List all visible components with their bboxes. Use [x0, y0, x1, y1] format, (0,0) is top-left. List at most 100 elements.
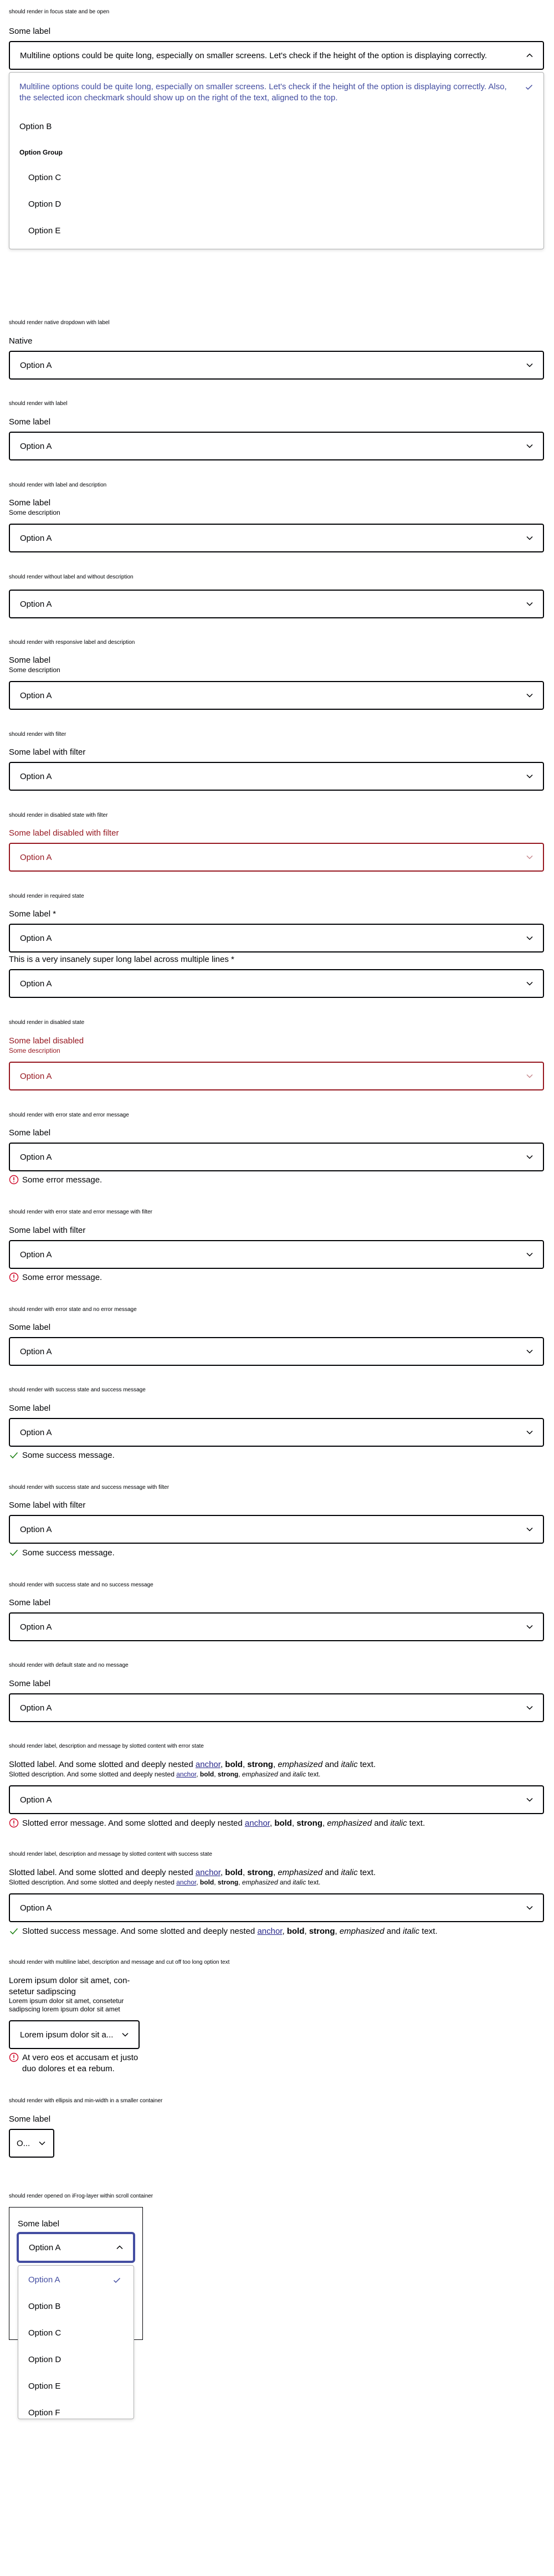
select-field-required[interactable]: Option A [9, 969, 544, 998]
section-caption: should render with filter [9, 731, 66, 738]
select-description: Some description [9, 666, 60, 674]
chevron-down-icon [526, 363, 533, 367]
select-field[interactable]: Option A [9, 681, 544, 710]
anchor-link[interactable]: anchor [245, 1819, 270, 1828]
text-separator: , [304, 1927, 309, 1936]
error-message-line-2: duo dolores et ea rebum. [22, 2064, 115, 2073]
success-message-text: Some success message. [22, 1451, 115, 1460]
strong-text: strong [247, 1760, 273, 1769]
select-value: Option A [29, 2243, 61, 2252]
section-caption: should render with multiline label, desc… [9, 1959, 230, 1965]
slotted-description: Slotted description. And some slotted an… [9, 1878, 320, 1887]
section-caption: should render with label and description [9, 482, 107, 488]
success-message: Slotted success message. And some slotte… [9, 1926, 438, 1937]
success-message: Some success message. [9, 1548, 115, 1559]
text-end: text. [357, 1868, 376, 1877]
check-icon [9, 1549, 18, 1556]
select-field[interactable]: Option A [9, 590, 544, 618]
section-caption: should render native dropdown with label [9, 320, 110, 326]
error-message: At vero eos et accusam et justo [9, 2052, 138, 2063]
select-field-success[interactable]: Option A [9, 1612, 544, 1641]
dropdown-listbox: Multiline options could be quite long, e… [9, 72, 544, 249]
select-field-disabled: Option A [9, 1062, 544, 1090]
select-field-open[interactable]: Option A [18, 2233, 134, 2262]
select-label-line-2: setetur sadipscing [9, 1987, 76, 1996]
select-field[interactable]: Option A [9, 1693, 544, 1722]
option-e[interactable]: Option E [28, 226, 60, 237]
anchor-link[interactable]: anchor [176, 1878, 196, 1886]
select-label: Some label * [9, 909, 57, 919]
chevron-down-icon [526, 602, 533, 606]
select-field-error[interactable]: Lorem ipsum dolor sit a... [9, 2020, 140, 2049]
chevron-up-icon [116, 2245, 123, 2250]
select-field-error[interactable]: Option A [9, 1143, 544, 1171]
select-label: Some label disabled with filter [9, 828, 119, 838]
text-separator: , [238, 1770, 242, 1778]
select-label: Some label [9, 1128, 51, 1138]
select-filter-field-success[interactable]: Option A [9, 1515, 544, 1544]
chevron-down-icon [526, 1797, 533, 1802]
text-end: text. [357, 1760, 376, 1769]
option-e[interactable]: Option E [28, 2381, 60, 2392]
select-filter-field[interactable]: Option A [9, 762, 544, 791]
anchor-link[interactable]: anchor [257, 1927, 282, 1936]
select-field-error[interactable]: Option A [9, 1785, 544, 1814]
option-c[interactable]: Option C [28, 172, 61, 183]
text-separator: and [278, 1770, 293, 1778]
select-label-line-1: Lorem ipsum dolor sit amet, con- [9, 1976, 130, 1985]
select-value: Option A [20, 691, 52, 700]
select-value: Option A [20, 1795, 52, 1805]
select-field-success[interactable]: Option A [9, 1893, 544, 1922]
slotted-label-text: Slotted label. And some slotted and deep… [9, 1868, 196, 1877]
select-field[interactable]: Option A [9, 524, 544, 552]
emphasized-text: emphasized [278, 1868, 323, 1877]
option-a[interactable]: Option A [28, 2275, 60, 2286]
error-icon [9, 2052, 19, 2062]
select-value: Option A [20, 1250, 52, 1259]
slotted-description-text: Slotted description. And some slotted an… [9, 1770, 177, 1778]
option-f[interactable]: Option F [28, 2408, 60, 2419]
section-caption: should render without label and without … [9, 574, 134, 580]
section-caption: should render in disabled state [9, 1020, 85, 1026]
chevron-down-icon [526, 1906, 533, 1910]
option-b[interactable]: Option B [28, 2301, 60, 2312]
error-message-text: Some error message. [22, 1175, 102, 1185]
italic-text: italic [341, 1760, 358, 1769]
select-field-small[interactable]: O... [9, 2129, 54, 2158]
option-multiline[interactable]: Multiline options could be quite long, e… [19, 81, 507, 104]
select-label: Some label with filter [9, 1226, 86, 1235]
anchor-link[interactable]: anchor [196, 1868, 220, 1877]
anchor-link[interactable]: anchor [196, 1760, 220, 1769]
chevron-down-icon [526, 1349, 533, 1354]
select-value: Option A [20, 534, 52, 543]
select-field-success[interactable]: Option A [9, 1418, 544, 1447]
option-d[interactable]: Option D [28, 2354, 61, 2365]
native-select[interactable]: Option A [9, 351, 544, 380]
error-icon [9, 1818, 19, 1828]
option-c[interactable]: Option C [28, 2328, 61, 2339]
strong-text: strong [309, 1927, 335, 1936]
select-value: Option A [20, 1072, 52, 1081]
select-label-long: This is a very insanely super long label… [9, 955, 234, 964]
section-caption: should render with error state and error… [9, 1209, 153, 1215]
success-message-text: Some success message. [22, 1548, 115, 1558]
text-separator: and [384, 1927, 403, 1936]
select-value: Option A [20, 1428, 52, 1437]
select-label: Some label with filter [9, 1500, 86, 1510]
anchor-link[interactable]: anchor [176, 1770, 196, 1778]
text-separator: , [214, 1770, 218, 1778]
select-field[interactable]: Option A [9, 432, 544, 460]
dropdown-listbox: Option A Option B Option C Option D Opti… [18, 2265, 134, 2419]
select-filter-field-error[interactable]: Option A [9, 1240, 544, 1269]
select-field-required[interactable]: Option A [9, 924, 544, 952]
select-field-error[interactable]: Option A [9, 1337, 544, 1366]
select-description: Some description [9, 509, 60, 516]
option-d[interactable]: Option D [28, 199, 61, 210]
section-caption: should render with ellipsis and min-widt… [9, 2098, 163, 2104]
text-separator: , [196, 1878, 200, 1886]
option-b[interactable]: Option B [19, 121, 52, 132]
emphasized-text: emphasized [242, 1770, 278, 1778]
select-description: Some description [9, 1047, 60, 1054]
chevron-down-icon [526, 1706, 533, 1710]
select-wrapper-open[interactable]: Multiline options could be quite long, e… [9, 41, 544, 70]
